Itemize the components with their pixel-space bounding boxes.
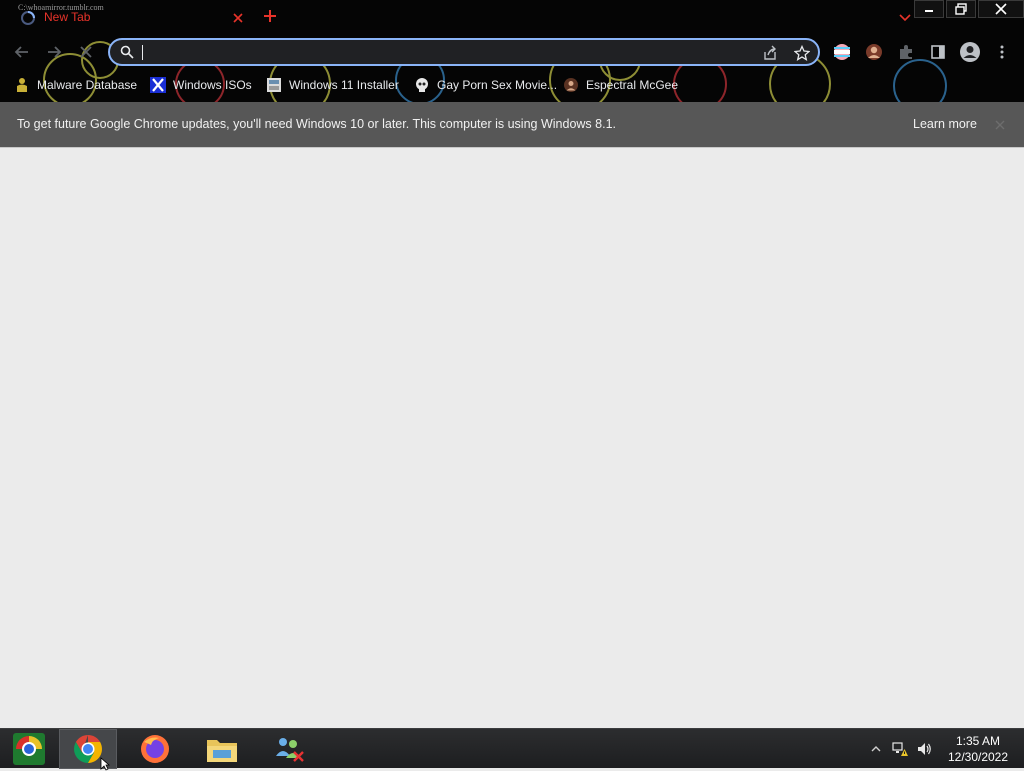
bookmark-label: Windows 11 Installer <box>289 78 399 92</box>
new-tab-icon[interactable] <box>262 8 278 24</box>
browser-toolbar <box>0 34 1024 70</box>
minimize-icon <box>925 10 933 12</box>
update-infobar: To get future Google Chrome updates, you… <box>0 102 1024 148</box>
yellow-figure-icon <box>17 78 27 92</box>
learn-more-link[interactable]: Learn more <box>913 117 977 131</box>
bookmark-malware-database[interactable]: Malware Database <box>14 75 137 95</box>
tab-strip: C:\whoamirror.tumblr.com New Tab <box>0 0 1024 34</box>
side-panel-icon <box>931 45 945 59</box>
side-panel-button[interactable] <box>928 42 948 62</box>
taskbar-clock[interactable]: 1:35 AM 12/30/2022 <box>938 733 1018 765</box>
tab-title: New Tab <box>44 10 91 24</box>
arrow-right-icon <box>48 46 62 58</box>
search-icon <box>120 45 134 59</box>
taskbar-file-explorer[interactable] <box>193 729 251 769</box>
stop-loading-button[interactable] <box>76 42 96 62</box>
windows-taskbar: 1:35 AM 12/30/2022 <box>0 728 1024 771</box>
extension-avatar-icon[interactable] <box>864 42 884 62</box>
close-icon <box>995 3 1007 15</box>
page-content <box>0 148 1024 728</box>
avatar-icon <box>866 44 882 60</box>
bookmark-windows-11-installer[interactable]: Windows 11 Installer <box>266 75 399 95</box>
clock-date: 12/30/2022 <box>947 750 1009 764</box>
back-button[interactable] <box>12 42 32 62</box>
taskbar-chrome[interactable] <box>59 729 117 771</box>
file-explorer-icon <box>207 740 237 762</box>
browser-frame: C:\whoamirror.tumblr.com New Tab Malware… <box>0 0 1024 102</box>
minimize-button[interactable] <box>914 0 944 18</box>
show-hidden-icons-button[interactable] <box>868 741 884 757</box>
puzzle-icon <box>900 45 912 59</box>
chrome-menu-button[interactable] <box>992 42 1012 62</box>
network-warning-icon <box>892 742 908 756</box>
window-controls <box>912 0 1024 20</box>
flag-badge-icon <box>834 44 850 60</box>
bookmark-windows-isos[interactable]: Windows ISOs <box>150 75 252 95</box>
profile-flag-icon[interactable] <box>832 42 852 62</box>
firefox-icon <box>141 735 169 763</box>
close-window-button[interactable] <box>978 0 1024 18</box>
tab-new-tab[interactable]: C:\whoamirror.tumblr.com New Tab <box>8 2 248 34</box>
bookmark-espectral-mcgee[interactable]: Espectral McGee <box>563 75 678 95</box>
network-tray-button[interactable] <box>892 741 908 757</box>
address-bar[interactable] <box>108 38 820 66</box>
text-caret <box>142 45 143 60</box>
extensions-button[interactable] <box>896 42 916 62</box>
chromium-icon <box>13 733 45 765</box>
speaker-icon <box>918 743 931 755</box>
kebab-menu-icon <box>1000 45 1004 59</box>
restore-button[interactable] <box>946 0 976 18</box>
address-input[interactable] <box>144 43 744 61</box>
close-icon[interactable] <box>994 119 1006 131</box>
installer-icon <box>267 78 281 92</box>
skull-icon <box>416 78 428 92</box>
bookmark-label: Gay Porn Sex Movie... <box>437 78 558 92</box>
profile-button[interactable] <box>958 40 982 64</box>
taskbar-firefox[interactable] <box>126 729 184 769</box>
share-icon[interactable] <box>762 45 778 61</box>
clock-time: 1:35 AM <box>955 734 1001 748</box>
volume-tray-button[interactable] <box>916 741 932 757</box>
chrome-icon <box>74 735 102 763</box>
bookmark-label: Espectral McGee <box>586 78 679 92</box>
bookmark-movie-site[interactable]: Gay Porn Sex Movie... <box>414 75 557 95</box>
mouse-cursor-icon <box>100 757 110 771</box>
bookmark-label: Windows ISOs <box>173 78 252 92</box>
taskbar-chromium[interactable] <box>0 729 58 769</box>
close-tab-icon[interactable] <box>232 12 244 24</box>
account-circle-icon <box>960 42 980 62</box>
network-people-icon <box>276 738 304 762</box>
forward-button[interactable] <box>44 42 64 62</box>
taskbar-network-people[interactable] <box>260 729 318 769</box>
close-icon <box>80 46 92 58</box>
bookmark-label: Malware Database <box>37 78 138 92</box>
loading-spinner-icon <box>21 11 35 25</box>
bookmark-star-icon[interactable] <box>794 45 810 61</box>
restore-icon <box>955 3 967 15</box>
arrow-left-icon <box>14 46 28 58</box>
infobar-message: To get future Google Chrome updates, you… <box>17 117 616 131</box>
x-logo-icon <box>150 77 166 93</box>
chevron-up-icon <box>871 746 881 752</box>
person-icon <box>564 78 578 92</box>
bookmarks-bar: Malware Database Windows ISOs Windows 11… <box>0 70 1024 100</box>
